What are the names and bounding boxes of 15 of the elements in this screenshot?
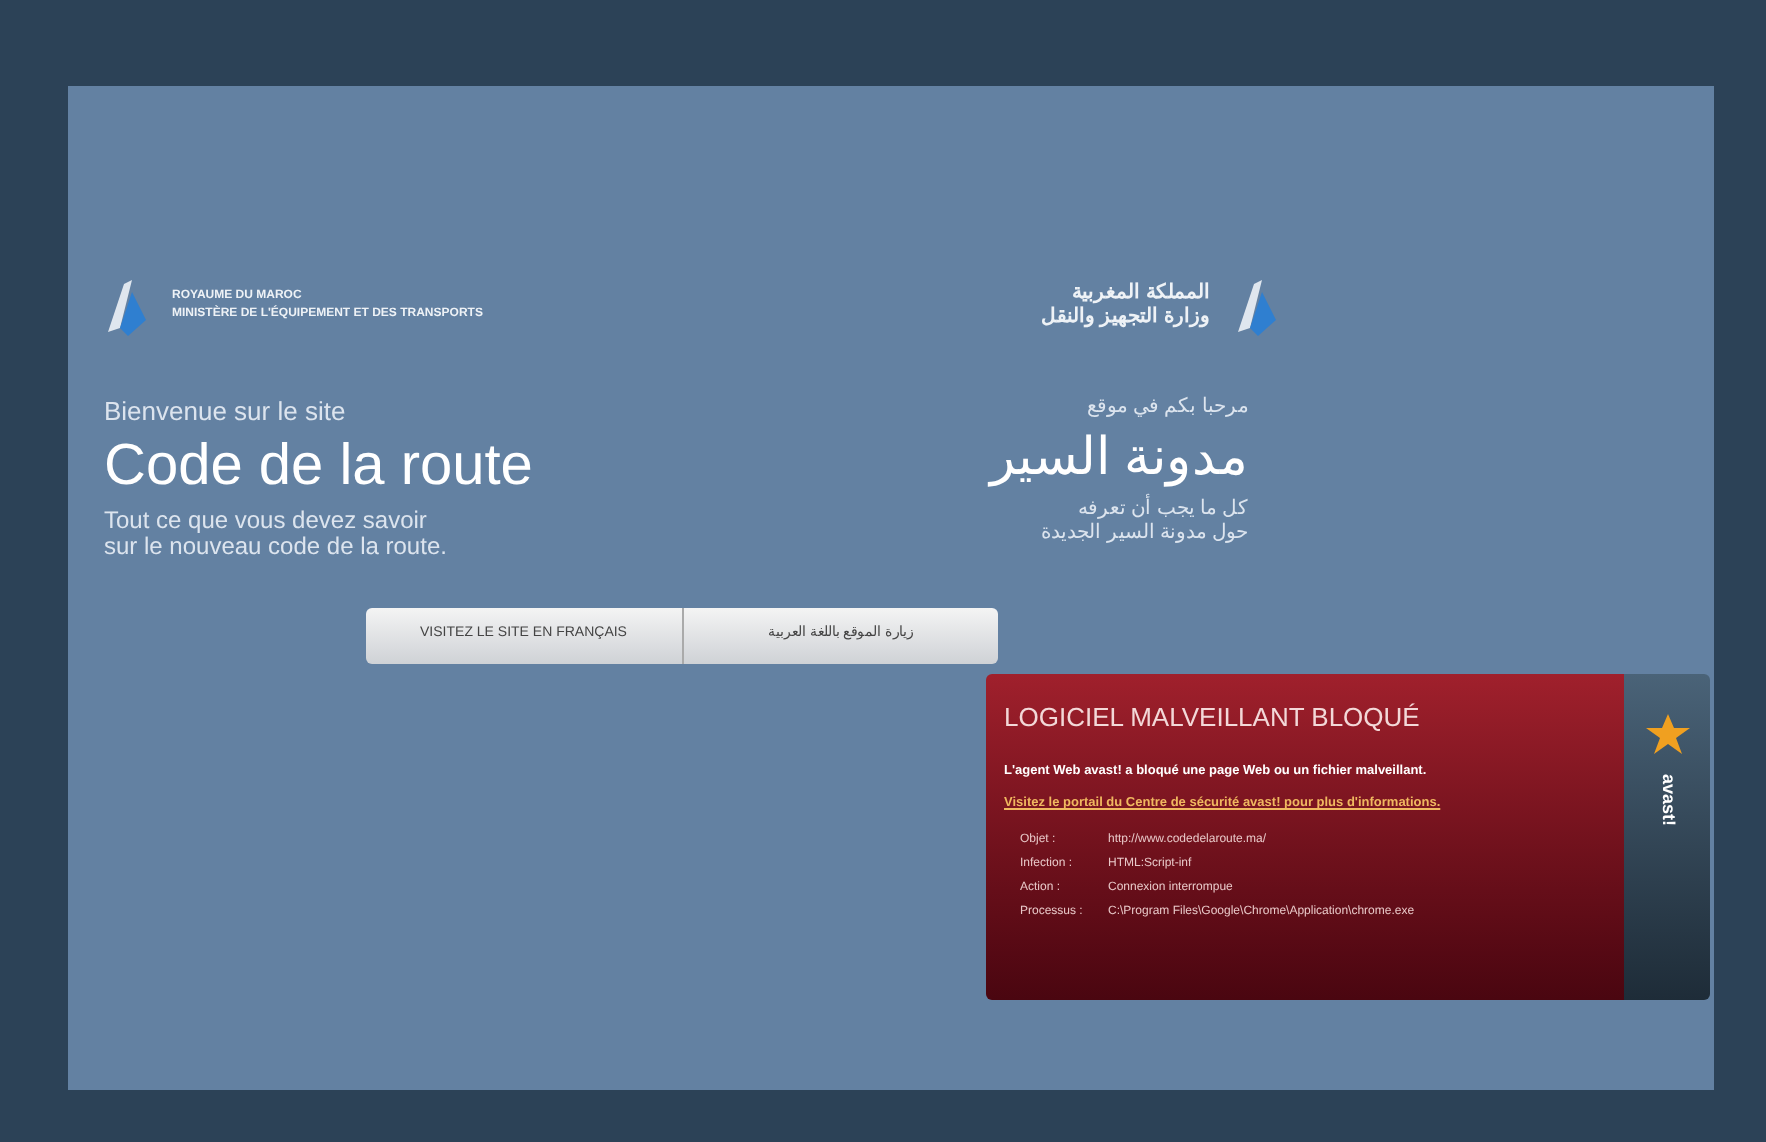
subtitle: Tout ce que vous devez savoir bbox=[104, 507, 429, 533]
welcome-text: مرحبا بكم في موقع bbox=[1085, 394, 1248, 422]
logo-icon bbox=[104, 276, 148, 336]
brand-label: avast! bbox=[1656, 774, 1681, 827]
ministry-name: المملكة المغربية bbox=[1070, 282, 1210, 306]
subtitle: sur le nouveau code de la route. bbox=[104, 533, 449, 559]
ministry-name: وزارة التجهيز والنقل bbox=[1040, 306, 1210, 330]
site-title: مدونة السير bbox=[989, 424, 1248, 490]
star-logo-icon bbox=[1643, 710, 1691, 758]
welcome-text: Bienvenue sur le site bbox=[104, 394, 348, 430]
alert-title: LOGICIEL MALVEILLANT BLOQUÉ bbox=[1004, 700, 1422, 736]
subtitle: حول مدونة السير الجديدة bbox=[1039, 522, 1248, 546]
logo-icon bbox=[1234, 276, 1278, 336]
site-title: Code de la route bbox=[104, 431, 533, 499]
subtitle: كل ما يجب أن تعرفه bbox=[989, 498, 1248, 522]
